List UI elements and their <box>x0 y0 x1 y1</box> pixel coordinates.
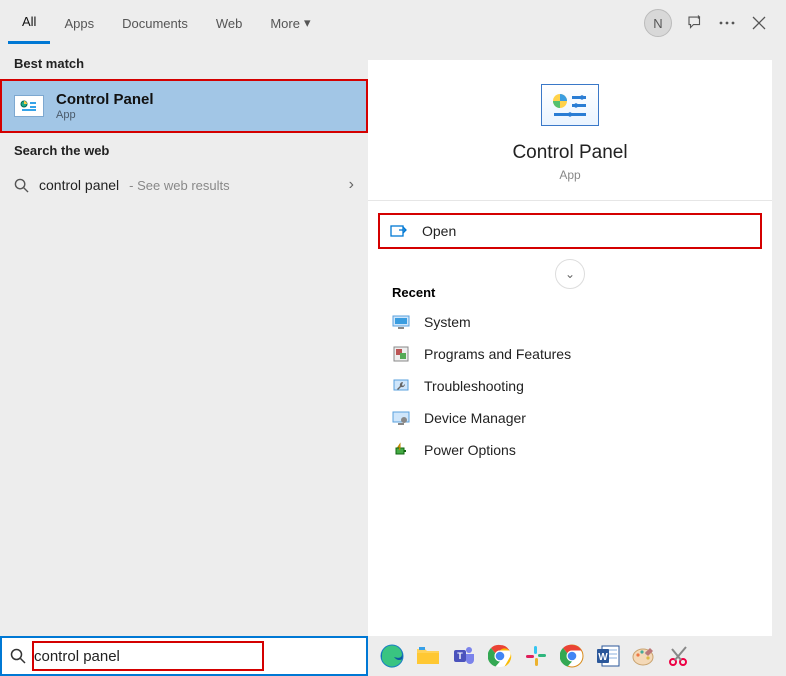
recent-section: ⌄ Recent System Programs and Features Tr… <box>368 261 772 466</box>
best-match-title: Control Panel <box>56 91 154 108</box>
left-panel: Best match Control Panel App Search the … <box>0 46 368 636</box>
more-options-icon[interactable] <box>718 14 736 32</box>
slack-icon[interactable] <box>522 642 550 670</box>
recent-item-label: Device Manager <box>424 410 526 426</box>
power-options-icon <box>392 442 410 458</box>
search-box[interactable] <box>0 636 368 676</box>
edge-icon[interactable] <box>378 642 406 670</box>
tab-documents[interactable]: Documents <box>108 4 202 43</box>
device-manager-icon <box>392 410 410 426</box>
open-icon <box>390 224 408 238</box>
chevron-down-icon: ▾ <box>304 15 311 31</box>
svg-text:W: W <box>598 652 608 663</box>
recent-item-label: Programs and Features <box>424 346 571 362</box>
taskbar-icons: T W <box>368 636 786 676</box>
tab-apps[interactable]: Apps <box>50 4 108 43</box>
teams-icon[interactable]: T <box>450 642 478 670</box>
search-input[interactable] <box>34 648 358 665</box>
snipping-tool-icon[interactable] <box>666 642 694 670</box>
best-match-subtitle: App <box>56 109 154 121</box>
search-web-header: Search the web <box>0 133 368 166</box>
close-icon[interactable] <box>750 14 768 32</box>
web-result-row[interactable]: control panel - See web results › <box>0 166 368 204</box>
open-action[interactable]: Open <box>378 213 762 249</box>
tab-more-label: More <box>270 16 300 31</box>
taskbar: T W <box>0 636 786 676</box>
expand-chevron-icon[interactable]: ⌄ <box>555 259 585 289</box>
feedback-icon[interactable] <box>686 14 704 32</box>
tab-web[interactable]: Web <box>202 4 257 43</box>
user-avatar[interactable]: N <box>644 9 672 37</box>
recent-item-label: System <box>424 314 471 330</box>
svg-text:T: T <box>457 651 463 661</box>
tab-all[interactable]: All <box>8 2 50 44</box>
hero-section: Control Panel App <box>368 60 772 201</box>
main-area: Best match Control Panel App Search the … <box>0 46 786 636</box>
web-hint-text: - See web results <box>129 178 229 193</box>
paint-icon[interactable] <box>630 642 658 670</box>
control-panel-large-icon <box>541 84 599 126</box>
file-explorer-icon[interactable] <box>414 642 442 670</box>
web-query-text: control panel <box>39 177 119 193</box>
recent-item-label: Power Options <box>424 442 516 458</box>
system-icon <box>392 314 410 330</box>
recent-item-label: Troubleshooting <box>424 378 524 394</box>
open-label: Open <box>422 223 456 239</box>
troubleshooting-icon <box>392 378 410 394</box>
chrome-icon[interactable] <box>486 642 514 670</box>
recent-item-device-manager[interactable]: Device Manager <box>368 402 772 434</box>
search-icon <box>10 648 26 664</box>
recent-item-programs[interactable]: Programs and Features <box>368 338 772 370</box>
search-icon <box>14 178 29 193</box>
word-icon[interactable]: W <box>594 642 622 670</box>
programs-icon <box>392 346 410 362</box>
best-match-text: Control Panel App <box>56 91 154 121</box>
top-right-controls: N <box>644 9 778 37</box>
right-panel: Control Panel App Open ⌄ Recent System <box>368 60 772 636</box>
hero-subtitle: App <box>559 168 580 182</box>
recent-item-system[interactable]: System <box>368 306 772 338</box>
best-match-result[interactable]: Control Panel App <box>0 79 368 133</box>
recent-item-power-options[interactable]: Power Options <box>368 434 772 466</box>
chevron-right-icon: › <box>349 176 354 194</box>
tab-more[interactable]: More ▾ <box>256 3 324 43</box>
control-panel-icon <box>14 95 44 117</box>
chrome-canary-icon[interactable] <box>558 642 586 670</box>
hero-title: Control Panel <box>512 142 627 164</box>
recent-item-troubleshooting[interactable]: Troubleshooting <box>368 370 772 402</box>
search-tabs: All Apps Documents Web More ▾ N <box>0 0 786 46</box>
best-match-header: Best match <box>0 46 368 79</box>
actions-section: Open <box>368 201 772 261</box>
